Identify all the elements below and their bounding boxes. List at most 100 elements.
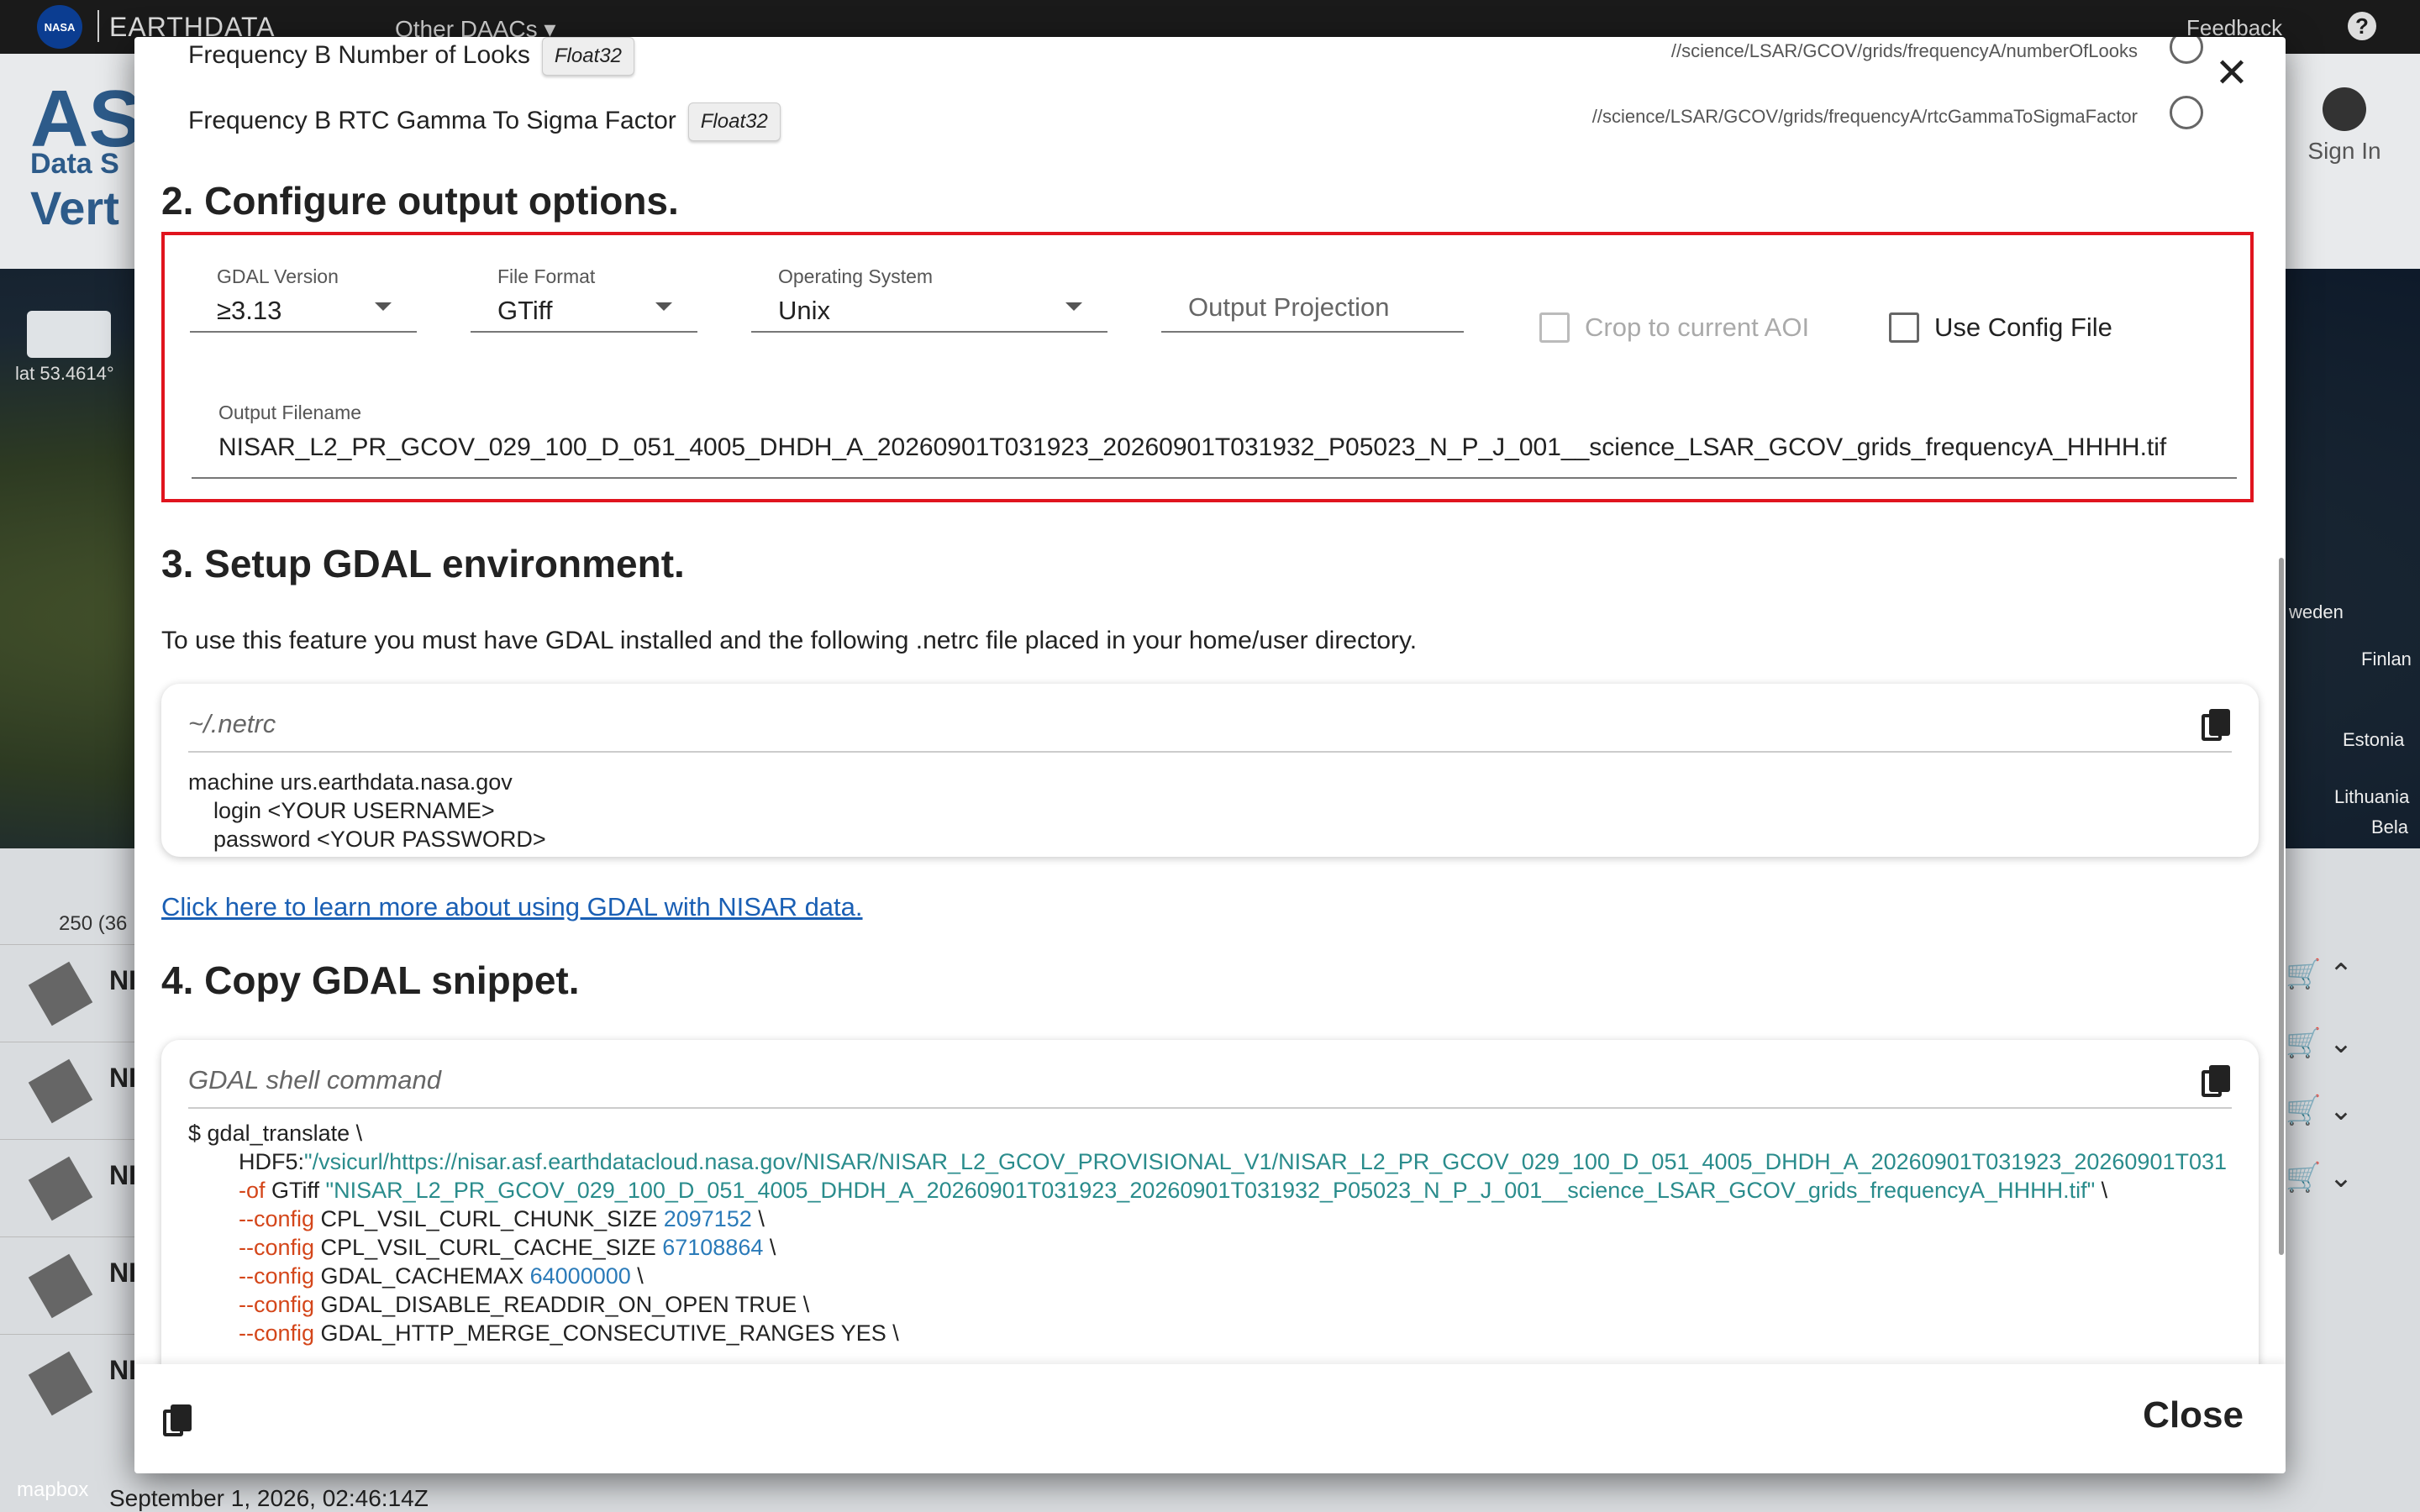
gdal-snippet-card: GDAL shell command $ gdal_translate \ HD… [161, 1040, 2259, 1364]
chevron-down-icon [1065, 302, 1082, 311]
config-number: 64000000 [529, 1263, 631, 1289]
operating-system-label: Operating System [778, 265, 934, 287]
netrc-line: login <YOUR USERNAME> [188, 798, 495, 823]
operating-system-value: Unix [778, 296, 831, 325]
config-key: GDAL_CACHEMAX [320, 1263, 530, 1289]
command-name: gdal_translate \ [207, 1121, 363, 1146]
close-icon[interactable]: ✕ [2213, 54, 2250, 94]
hdf-prefix: HDF5: [188, 1149, 305, 1174]
nasa-logo[interactable]: NASA [37, 5, 82, 49]
copy-all-icon[interactable] [163, 1404, 192, 1438]
flag: --config [188, 1292, 321, 1317]
gdal-intro-text: To use this feature you must have GDAL i… [161, 627, 1418, 654]
gdal-learn-more-link[interactable]: Click here to learn more about using GDA… [161, 892, 863, 922]
map-label: Estonia [2343, 729, 2405, 750]
line-continuation: \ [751, 1206, 765, 1231]
layer-radio[interactable] [2170, 96, 2203, 129]
netrc-card: ~/.netrc machine urs.earthdata.nasa.gov … [161, 684, 2259, 857]
map-label: Bela [2371, 816, 2409, 837]
gdal-version-value: ≥3.13 [217, 296, 282, 325]
layer-path: //science/LSAR/GCOV/grids/frequencyA/rtc… [1591, 106, 2138, 127]
result-thumbnail [28, 1156, 93, 1221]
add-to-cart-icon[interactable]: 🛒 ⌄ [2286, 1094, 2386, 1161]
latitude-readout: lat 53.4614° [15, 363, 114, 384]
chevron-down-icon [375, 302, 392, 311]
output-projection-input[interactable]: Output Projection [1161, 249, 1464, 333]
crop-aoi-checkbox[interactable] [1539, 312, 1570, 343]
result-thumbnail [28, 1351, 93, 1416]
config-number: 2097152 [663, 1206, 752, 1231]
map-label: Finlan [2361, 648, 2412, 669]
layer-name: Frequency B Number of Looks [188, 40, 530, 69]
result-name: NI [109, 1257, 136, 1288]
account-icon [2323, 87, 2366, 131]
output-file: "NISAR_L2_PR_GCOV_029_100_D_051_4005_DHD… [325, 1178, 2096, 1203]
file-format-label: File Format [497, 265, 596, 287]
flag: -of [188, 1178, 272, 1203]
result-date: September 1, 2026, 02:46:14Z [109, 1485, 429, 1511]
result-name: NI [109, 1160, 136, 1190]
map-control-button[interactable] [27, 311, 111, 358]
help-icon[interactable]: ? [2348, 12, 2376, 40]
layer-radio[interactable] [2170, 37, 2203, 64]
layer-path: //science/LSAR/GCOV/grids/frequencyA/num… [1670, 40, 2138, 61]
results-count: 250 (36 [59, 912, 128, 935]
close-button[interactable]: Close [2143, 1394, 2244, 1436]
config-number: 67108864 [662, 1235, 764, 1260]
mapbox-logo: mapbox [17, 1478, 89, 1501]
result-name: NI [109, 1355, 136, 1385]
snippet-title: GDAL shell command [188, 1065, 441, 1095]
netrc-line: machine urs.earthdata.nasa.gov [188, 769, 513, 795]
scrollbar[interactable] [2279, 558, 2284, 1255]
layer-row[interactable]: Frequency B RTC Gamma To Sigma Factor Flo… [188, 91, 2205, 141]
asf-vertex-logo[interactable]: AS Data S Vert [30, 79, 142, 235]
netrc-content: machine urs.earthdata.nasa.gov login <YO… [188, 768, 546, 853]
copy-icon[interactable] [2202, 1065, 2230, 1099]
flag: --config [188, 1206, 321, 1231]
gdal-version-select[interactable]: GDAL Version ≥3.13 [190, 249, 417, 333]
shell-prompt: $ [188, 1121, 208, 1146]
add-to-cart-icon[interactable]: 🛒 ⌄ [2286, 1161, 2386, 1228]
output-options-panel: GDAL Version ≥3.13 File Format GTiff Ope… [161, 232, 2254, 502]
flag: --config [188, 1263, 321, 1289]
sign-in-label: Sign In [2307, 138, 2381, 164]
output-filename-value: NISAR_L2_PR_GCOV_029_100_D_051_4005_DHDH… [218, 433, 2167, 461]
config-key: GDAL_DISABLE_READDIR_ON_OPEN TRUE \ [320, 1292, 810, 1317]
hdf-path: "/vsicurl/https://nisar.asf.earthdataclo… [304, 1149, 2228, 1174]
add-to-cart-icon[interactable]: 🛒 ⌃ [2286, 958, 2386, 1025]
chevron-down-icon [655, 302, 672, 311]
copy-icon[interactable] [2202, 709, 2230, 743]
netrc-title: ~/.netrc [188, 709, 276, 738]
crop-aoi-label: Crop to current AOI [1585, 312, 1810, 342]
config-key: GDAL_HTTP_MERGE_CONSECUTIVE_RANGES YES \ [320, 1320, 899, 1346]
sign-in-button[interactable]: Sign In [2302, 87, 2386, 165]
use-config-checkbox[interactable] [1889, 312, 1919, 343]
result-thumbnail [28, 961, 93, 1026]
output-filename-label: Output Filename [218, 402, 362, 423]
download-layer-dialog: Frequency B Number of Looks Float32 //sci… [134, 37, 2286, 1473]
divider [188, 751, 2232, 753]
config-key: CPL_VSIL_CURL_CACHE_SIZE [320, 1235, 663, 1260]
layer-name: Frequency B RTC Gamma To Sigma Factor [188, 106, 676, 134]
line-continuation: \ [763, 1235, 776, 1260]
brand-divider [97, 10, 99, 42]
add-to-cart-icon[interactable]: 🛒 ⌄ [2286, 1026, 2386, 1094]
file-format-select[interactable]: File Format GTiff [471, 249, 697, 333]
use-config-label: Use Config File [1934, 312, 2112, 342]
section-heading-snippet: 4. Copy GDAL snippet. [161, 958, 580, 1002]
operating-system-select[interactable]: Operating System Unix [751, 249, 1107, 333]
output-projection-placeholder: Output Projection [1188, 292, 1390, 322]
dialog-footer: Close [134, 1364, 2286, 1473]
layer-row[interactable]: Frequency B Number of Looks Float32 //sci… [188, 37, 2205, 76]
flag: --config [188, 1235, 321, 1260]
dialog-content[interactable]: Frequency B Number of Looks Float32 //sci… [134, 37, 2286, 1364]
gdal-command: $ gdal_translate \ HDF5:"/vsicurl/https:… [188, 1119, 2227, 1347]
data-type-chip: Float32 [687, 102, 781, 141]
file-format-value: GTiff [497, 296, 553, 325]
netrc-line: password <YOUR PASSWORD> [188, 827, 546, 852]
map-label: weden [2289, 601, 2344, 622]
result-thumbnail [28, 1058, 93, 1124]
map-label: Lithuania [2334, 786, 2410, 807]
line-continuation: \ [630, 1263, 644, 1289]
output-filename-input[interactable]: Output Filename NISAR_L2_PR_GCOV_029_100… [192, 393, 2237, 479]
